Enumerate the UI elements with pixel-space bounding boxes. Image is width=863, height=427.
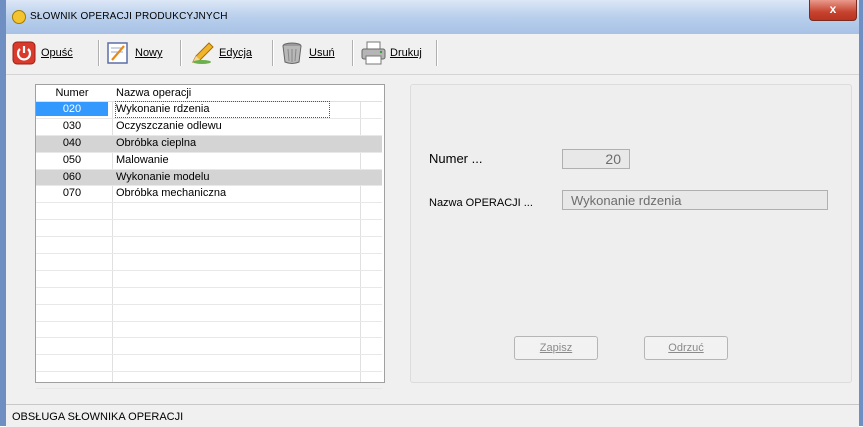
- number-field[interactable]: 20: [562, 149, 630, 169]
- toolbar-separator: [98, 40, 100, 66]
- empty-row: [36, 254, 382, 271]
- empty-row: [36, 271, 382, 288]
- empty-row: [36, 203, 382, 221]
- row-number: 020: [36, 102, 108, 116]
- operation-name-field[interactable]: Wykonanie rdzenia: [562, 190, 828, 210]
- toolbar-separator: [272, 40, 274, 66]
- row-name: Obróbka mechaniczna: [116, 187, 227, 200]
- edit-button[interactable]: Edycja: [190, 39, 252, 67]
- exit-label: Opuść: [41, 47, 73, 59]
- row-number: 060: [62, 170, 82, 183]
- new-label: Nowy: [135, 47, 163, 59]
- main-window: SŁOWNIK OPERACJI PRODUKCYJNYCH x Opuść N…: [0, 0, 863, 427]
- exit-button[interactable]: Opuść: [12, 39, 73, 67]
- empty-row: [36, 220, 382, 238]
- empty-row: [36, 305, 382, 322]
- empty-row: [36, 338, 382, 356]
- edit-label: Edycja: [219, 47, 253, 59]
- close-icon: x: [829, 2, 837, 16]
- delete-label: Usuń: [309, 47, 335, 59]
- toolbar-separator: [436, 40, 438, 66]
- number-label: Numer ...: [429, 151, 483, 166]
- toolbar: Opuść Nowy Edycja Usuń Drukuj: [6, 34, 859, 75]
- discard-label: Odrzuć: [668, 342, 704, 354]
- pencil-icon: [190, 41, 214, 65]
- table-row[interactable]: 060 Wykonanie modelu: [36, 169, 382, 187]
- empty-row: [36, 237, 382, 255]
- close-button[interactable]: x: [809, 0, 857, 21]
- row-name: Malowanie: [116, 153, 169, 166]
- row-number: 050: [62, 153, 82, 166]
- table-row[interactable]: 050 Malowanie: [36, 153, 382, 170]
- empty-row: [36, 355, 382, 373]
- row-number: 040: [62, 136, 82, 149]
- column-header-name[interactable]: Nazwa operacji: [116, 87, 356, 99]
- row-number: 030: [62, 119, 82, 132]
- operations-list[interactable]: Numer Nazwa operacji 020 Wykonanie rdzen…: [35, 84, 385, 390]
- toolbar-separator: [352, 40, 354, 66]
- printer-icon: [361, 41, 386, 65]
- empty-row: [36, 322, 382, 339]
- title-bar[interactable]: SŁOWNIK OPERACJI PRODUKCYJNYCH x: [6, 0, 859, 34]
- empty-row: [36, 288, 382, 305]
- table-row[interactable]: 070 Obróbka mechaniczna: [36, 186, 382, 204]
- row-name: Obróbka cieplna: [116, 136, 197, 149]
- column-header-number[interactable]: Numer: [36, 87, 108, 99]
- trash-icon: [280, 41, 304, 65]
- toolbar-separator: [180, 40, 182, 66]
- empty-row: [36, 372, 382, 390]
- table-row[interactable]: 020 Wykonanie rdzenia: [36, 101, 382, 119]
- operation-name-label: Nazwa OPERACJI ...: [429, 197, 533, 209]
- table-row[interactable]: 030 Oczyszczanie odlewu: [36, 119, 382, 136]
- status-bar: OBSŁUGA SŁOWNIKA OPERACJI: [6, 404, 859, 427]
- app-icon: [12, 10, 26, 24]
- window-title: SŁOWNIK OPERACJI PRODUKCYJNYCH: [30, 11, 228, 22]
- new-button[interactable]: Nowy: [106, 39, 163, 67]
- list-header: Numer Nazwa operacji: [36, 85, 382, 102]
- row-name: Oczyszczanie odlewu: [116, 119, 222, 132]
- delete-button[interactable]: Usuń: [280, 39, 335, 67]
- row-number: 070: [62, 187, 82, 200]
- list-rows: 020 Wykonanie rdzenia 030 Oczyszczanie o…: [36, 101, 382, 390]
- print-label: Drukuj: [390, 47, 422, 59]
- status-text: OBSŁUGA SŁOWNIKA OPERACJI: [12, 411, 184, 423]
- row-name: Wykonanie modelu: [116, 170, 210, 183]
- row-name: Wykonanie rdzenia: [114, 101, 331, 118]
- table-row[interactable]: 040 Obróbka cieplna: [36, 135, 382, 153]
- new-document-icon: [106, 41, 130, 65]
- power-icon: [12, 41, 36, 65]
- save-label: Zapisz: [539, 342, 573, 354]
- detail-panel: Numer ... 20 Nazwa OPERACJI ... Wykonani…: [410, 84, 852, 383]
- print-button[interactable]: Drukuj: [361, 39, 422, 67]
- save-button[interactable]: Zapisz: [514, 336, 598, 360]
- discard-button[interactable]: Odrzuć: [644, 336, 728, 360]
